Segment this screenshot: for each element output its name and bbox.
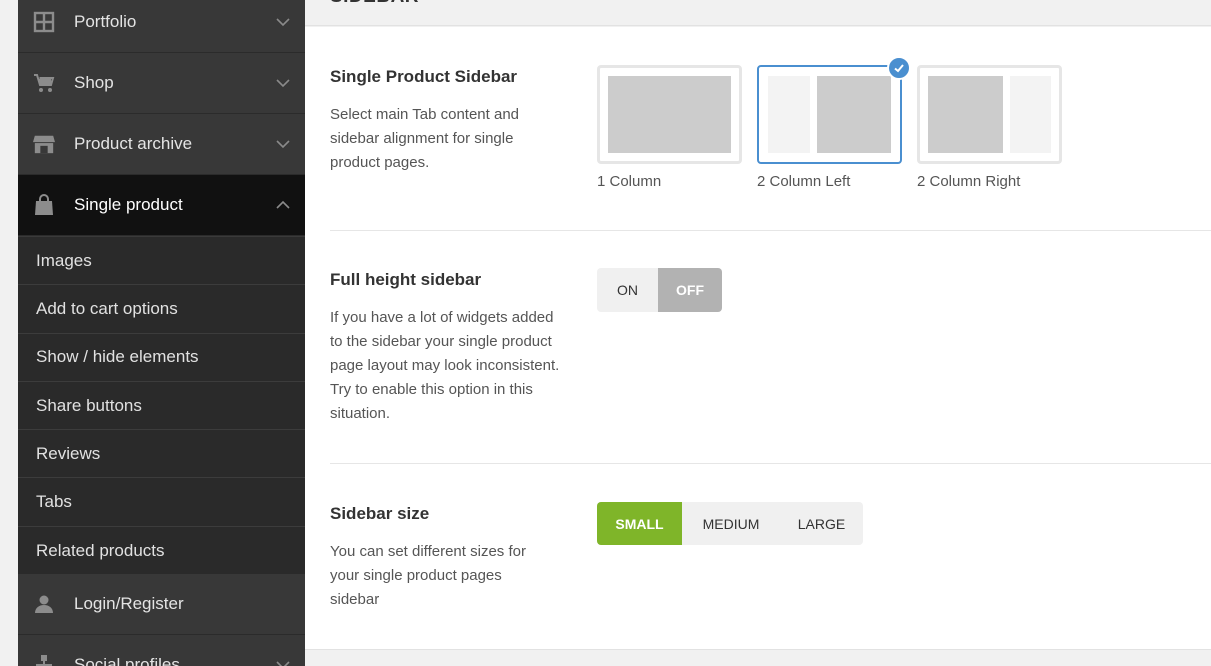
user-icon bbox=[33, 593, 55, 615]
sidebar-item-label: Portfolio bbox=[74, 12, 137, 31]
sidebar-item-product-archive[interactable]: Product archive bbox=[18, 114, 305, 175]
chevron-down-icon bbox=[275, 14, 291, 30]
chevron-up-icon bbox=[275, 197, 291, 213]
next-section bbox=[305, 649, 1211, 666]
option-title: Single Product Sidebar bbox=[330, 67, 518, 86]
sidebar-submenu: Images Add to cart options Show / hide e… bbox=[18, 237, 305, 576]
sidebar-item-label: Single product bbox=[74, 195, 183, 214]
store-icon bbox=[33, 133, 55, 155]
submenu-item-add-to-cart-options[interactable]: Add to cart options bbox=[18, 285, 305, 334]
size-large-button[interactable]: LARGE bbox=[780, 502, 863, 545]
options-panel: Single Product Sidebar Select main Tab c… bbox=[305, 27, 1211, 649]
layout-thumbnail bbox=[597, 65, 742, 164]
option-description: You can set different sizes for your sin… bbox=[330, 543, 526, 608]
submenu-item-reviews[interactable]: Reviews bbox=[18, 430, 305, 479]
divider bbox=[330, 230, 1211, 231]
page-margin bbox=[0, 0, 18, 666]
layout-thumbnail bbox=[757, 65, 902, 164]
network-icon bbox=[33, 654, 55, 666]
sidebar-item-shop[interactable]: Shop bbox=[18, 53, 305, 114]
cart-icon bbox=[33, 72, 55, 94]
layout-caption: 2 Column Right bbox=[917, 173, 1021, 190]
option-title: Full height sidebar bbox=[330, 270, 482, 289]
size-medium-button[interactable]: MEDIUM bbox=[682, 502, 780, 545]
chevron-down-icon bbox=[275, 657, 291, 666]
chevron-down-icon bbox=[275, 75, 291, 91]
layout-option-2-column-left[interactable]: 2 Column Left bbox=[757, 56, 911, 190]
section-header: SIDEBAR bbox=[305, 0, 1211, 26]
option-description: Select main Tab content and sidebar alig… bbox=[330, 106, 520, 171]
checkmark-icon bbox=[887, 56, 911, 80]
submenu-item-images[interactable]: Images bbox=[18, 237, 305, 286]
size-small-button[interactable]: SMALL bbox=[597, 502, 682, 545]
sidebar-item-label: Social profiles bbox=[74, 655, 180, 666]
sidebar-item-label: Shop bbox=[74, 73, 114, 92]
layout-option-1-column[interactable]: 1 Column bbox=[597, 65, 742, 190]
option-description: If you have a lot of widgets added to th… bbox=[330, 309, 560, 422]
toggle-off-button[interactable]: OFF bbox=[658, 268, 722, 312]
divider bbox=[330, 463, 1211, 464]
grid-icon bbox=[33, 11, 55, 33]
submenu-item-share-buttons[interactable]: Share buttons bbox=[18, 382, 305, 431]
layout-option-2-column-right[interactable]: 2 Column Right bbox=[917, 65, 1062, 190]
settings-sidebar: Portfolio Shop Product archive Single pr… bbox=[18, 0, 305, 666]
submenu-item-show-hide-elements[interactable]: Show / hide elements bbox=[18, 334, 305, 382]
sidebar-item-social-profiles[interactable]: Social profiles bbox=[18, 635, 305, 666]
sidebar-item-portfolio[interactable]: Portfolio bbox=[18, 0, 305, 53]
sidebar-item-label: Login/Register bbox=[74, 594, 184, 613]
sidebar-item-single-product[interactable]: Single product bbox=[18, 175, 305, 236]
sidebar-item-login-register[interactable]: Login/Register bbox=[18, 574, 305, 635]
layout-caption: 1 Column bbox=[597, 173, 662, 190]
sidebar-item-label: Product archive bbox=[74, 134, 193, 153]
bag-icon bbox=[33, 194, 55, 216]
submenu-item-tabs[interactable]: Tabs bbox=[18, 478, 305, 527]
section-title: SIDEBAR bbox=[330, 0, 419, 8]
full-height-toggle: ON OFF bbox=[597, 268, 722, 312]
submenu-item-related-products[interactable]: Related products bbox=[18, 527, 305, 575]
toggle-on-button[interactable]: ON bbox=[597, 268, 658, 312]
chevron-down-icon bbox=[275, 136, 291, 152]
layout-caption: 2 Column Left bbox=[757, 173, 851, 190]
option-title: Sidebar size bbox=[330, 504, 430, 523]
sidebar-size-selector: SMALL MEDIUM LARGE bbox=[597, 502, 863, 545]
layout-thumbnail bbox=[917, 65, 1062, 164]
